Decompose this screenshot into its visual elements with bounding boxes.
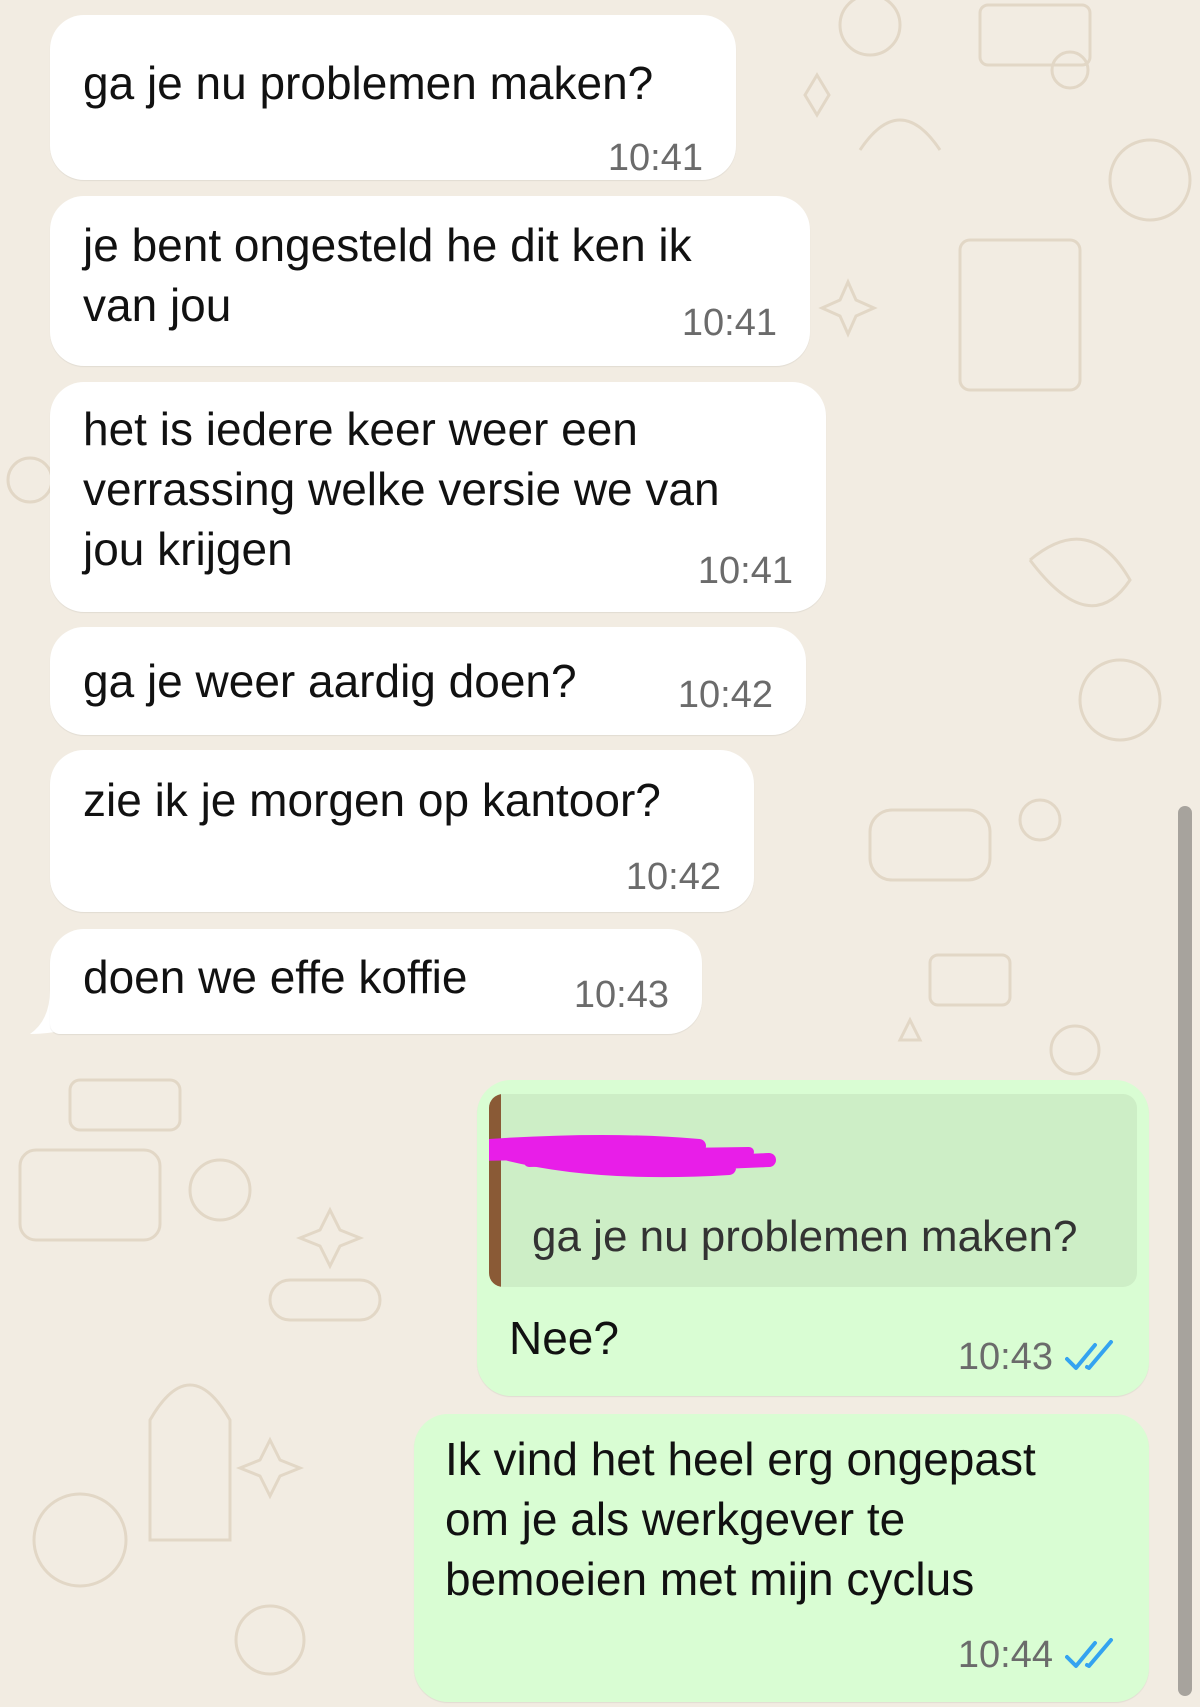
quote-accent-bar [489,1094,501,1287]
message-text: ga je nu problemen maken? [83,57,654,109]
message-text: Nee? [509,1312,619,1364]
message-text: Ik vind het heel erg ongepast om je als … [445,1433,1036,1605]
quoted-message[interactable]: ga je nu problemen maken? [489,1094,1137,1287]
incoming-message[interactable]: je bent ongesteld he dit ken ik van jou … [50,196,810,366]
incoming-message[interactable]: ga je nu problemen maken? 10:41 [50,15,736,180]
incoming-message[interactable]: doen we effe koffie 10:43 [50,929,702,1034]
message-time: 10:42 [677,674,773,716]
message-time: 10:43 [957,1336,1053,1378]
message-time: 10:41 [607,137,703,179]
incoming-message[interactable]: zie ik je morgen op kantoor? 10:42 [50,750,754,912]
message-time: 10:43 [573,974,669,1016]
message-text: het is iedere keer weer een verrassing w… [83,403,720,575]
message-text: doen we effe koffie [83,951,468,1003]
incoming-message[interactable]: ga je weer aardig doen? 10:42 [50,627,806,735]
outgoing-message[interactable]: Ik vind het heel erg ongepast om je als … [414,1414,1149,1702]
double-check-icon [1065,1638,1113,1668]
message-time: 10:41 [681,302,777,344]
message-text: ga je weer aardig doen? [83,655,577,707]
message-time: 10:44 [957,1634,1053,1676]
message-time: 10:41 [697,550,793,592]
scribble-redaction [489,1135,776,1178]
incoming-message[interactable]: het is iedere keer weer een verrassing w… [50,382,826,612]
double-check-icon [1065,1340,1113,1370]
quoted-message-text: ga je nu problemen maken? [532,1212,1078,1261]
message-text: je bent ongesteld he dit ken ik van jou [83,219,692,331]
message-text: zie ik je morgen op kantoor? [83,774,661,826]
message-time: 10:42 [625,856,721,898]
outgoing-message[interactable]: ga je nu problemen maken? Nee? 10:43 [477,1080,1149,1396]
scrollbar-thumb[interactable] [1178,806,1192,1696]
